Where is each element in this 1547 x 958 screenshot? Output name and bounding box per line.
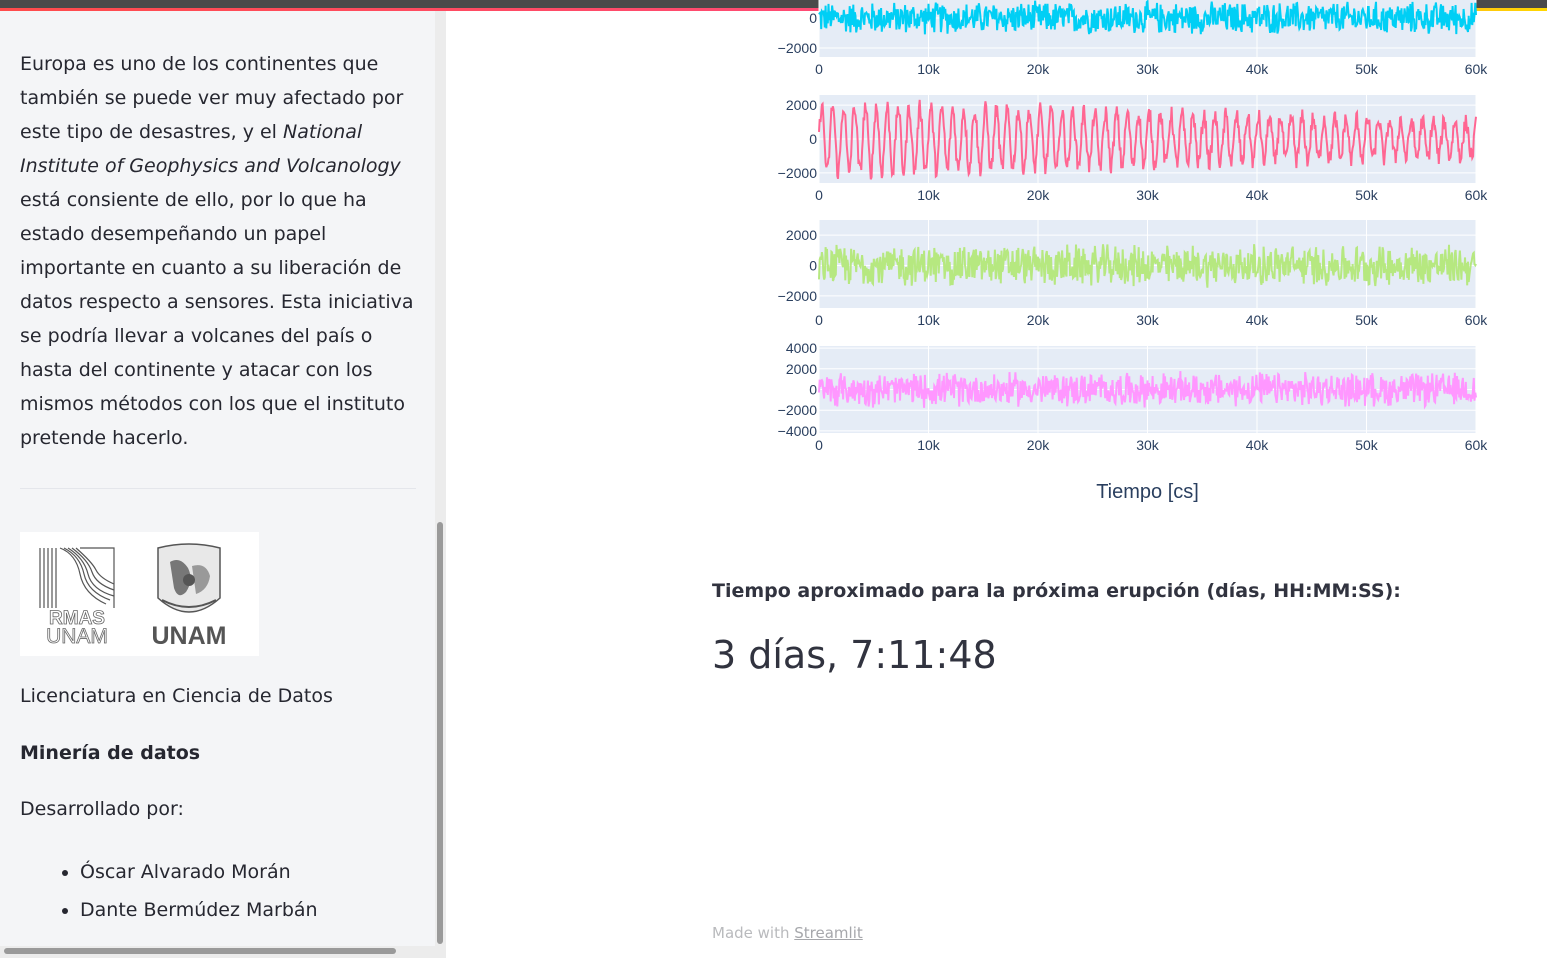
x-tick-label: 40k xyxy=(1246,61,1270,77)
x-tick-label: 20k xyxy=(1027,437,1051,453)
career-label: Licenciatura en Ciencia de Datos xyxy=(20,685,333,707)
unam-logo-text: UNAM xyxy=(152,622,227,648)
y-tick-label: −2000 xyxy=(778,288,818,304)
author-item: Dante Bermúdez Marbán xyxy=(80,891,318,929)
x-tick-label: 30k xyxy=(1136,187,1160,203)
x-tick-label: 0 xyxy=(815,187,823,203)
x-tick-label: 0 xyxy=(815,437,823,453)
x-tick-label: 40k xyxy=(1246,187,1270,203)
x-tick-label: 50k xyxy=(1355,312,1379,328)
x-tick-label: 40k xyxy=(1246,437,1270,453)
y-tick-label: −2000 xyxy=(778,165,818,181)
x-axis-title: Tiempo [cs] xyxy=(1096,481,1199,503)
y-tick-label: −2000 xyxy=(778,402,818,418)
logos-image: RMAS UNAM UNAM xyxy=(20,532,259,656)
y-tick-label: 2000 xyxy=(786,227,817,243)
x-tick-label: 0 xyxy=(815,312,823,328)
developed-by-label: Desarrollado por: xyxy=(20,798,184,820)
x-tick-label: 20k xyxy=(1027,187,1051,203)
sidebar-divider xyxy=(20,488,416,489)
footer: Made with Streamlit xyxy=(712,924,863,942)
x-tick-label: 40k xyxy=(1246,312,1270,328)
x-tick-label: 10k xyxy=(917,312,941,328)
y-tick-label: −2000 xyxy=(778,40,818,56)
sidebar-hscrollbar-thumb[interactable] xyxy=(4,948,396,954)
sidebar-paragraph: Europa es uno de los continentes que tam… xyxy=(20,47,420,455)
x-tick-label: 20k xyxy=(1027,312,1051,328)
x-tick-label: 0 xyxy=(815,61,823,77)
y-tick-label: 2000 xyxy=(786,97,817,113)
subject-title: Minería de datos xyxy=(20,742,201,764)
x-tick-label: 60k xyxy=(1465,61,1489,77)
sidebar-hscrollbar-track[interactable] xyxy=(0,946,435,958)
y-tick-label: 2000 xyxy=(786,361,817,377)
x-tick-label: 30k xyxy=(1136,312,1160,328)
x-tick-label: 10k xyxy=(917,61,941,77)
x-tick-label: 30k xyxy=(1136,437,1160,453)
x-tick-label: 30k xyxy=(1136,61,1160,77)
y-tick-label: 0 xyxy=(809,382,817,398)
x-tick-label: 60k xyxy=(1465,187,1489,203)
seismic-chart[interactable]: 0 −2000 0 10k 20k 30k 40k 50k 60k 2000 0 −2000 0 10k 2… xyxy=(760,0,1520,520)
y-tick-label: 0 xyxy=(809,131,817,147)
x-tick-label: 60k xyxy=(1465,437,1489,453)
x-tick-label: 50k xyxy=(1355,437,1379,453)
svg-text:UNAM: UNAM xyxy=(46,625,108,644)
author-item: Óscar Alvarado Morán xyxy=(80,853,318,891)
y-tick-label: 0 xyxy=(809,10,817,26)
x-tick-label: 50k xyxy=(1355,61,1379,77)
x-tick-label: 20k xyxy=(1027,61,1051,77)
y-tick-label: 0 xyxy=(809,258,817,274)
unam-shield-logo: UNAM xyxy=(152,543,227,648)
footer-text: Made with xyxy=(712,924,790,942)
sidebar-scrollbar-thumb[interactable] xyxy=(437,522,443,944)
x-tick-label: 10k xyxy=(917,187,941,203)
x-tick-label: 60k xyxy=(1465,312,1489,328)
y-tick-label: 4000 xyxy=(786,340,817,356)
y-tick-label: −4000 xyxy=(778,423,818,439)
eruption-time-label: Tiempo aproximado para la próxima erupci… xyxy=(712,580,1401,602)
sidebar: Europa es uno de los continentes que tam… xyxy=(0,11,446,958)
rmas-unam-logo: RMAS UNAM xyxy=(36,544,118,644)
eruption-countdown: 3 días, 7:11:48 xyxy=(712,633,997,677)
x-tick-label: 10k xyxy=(917,437,941,453)
x-tick-label: 50k xyxy=(1355,187,1379,203)
paragraph-part-3: está consiente de ello, por lo que ha es… xyxy=(20,189,414,449)
authors-list: Óscar Alvarado Morán Dante Bermúdez Marb… xyxy=(40,853,318,929)
streamlit-link[interactable]: Streamlit xyxy=(794,924,863,942)
